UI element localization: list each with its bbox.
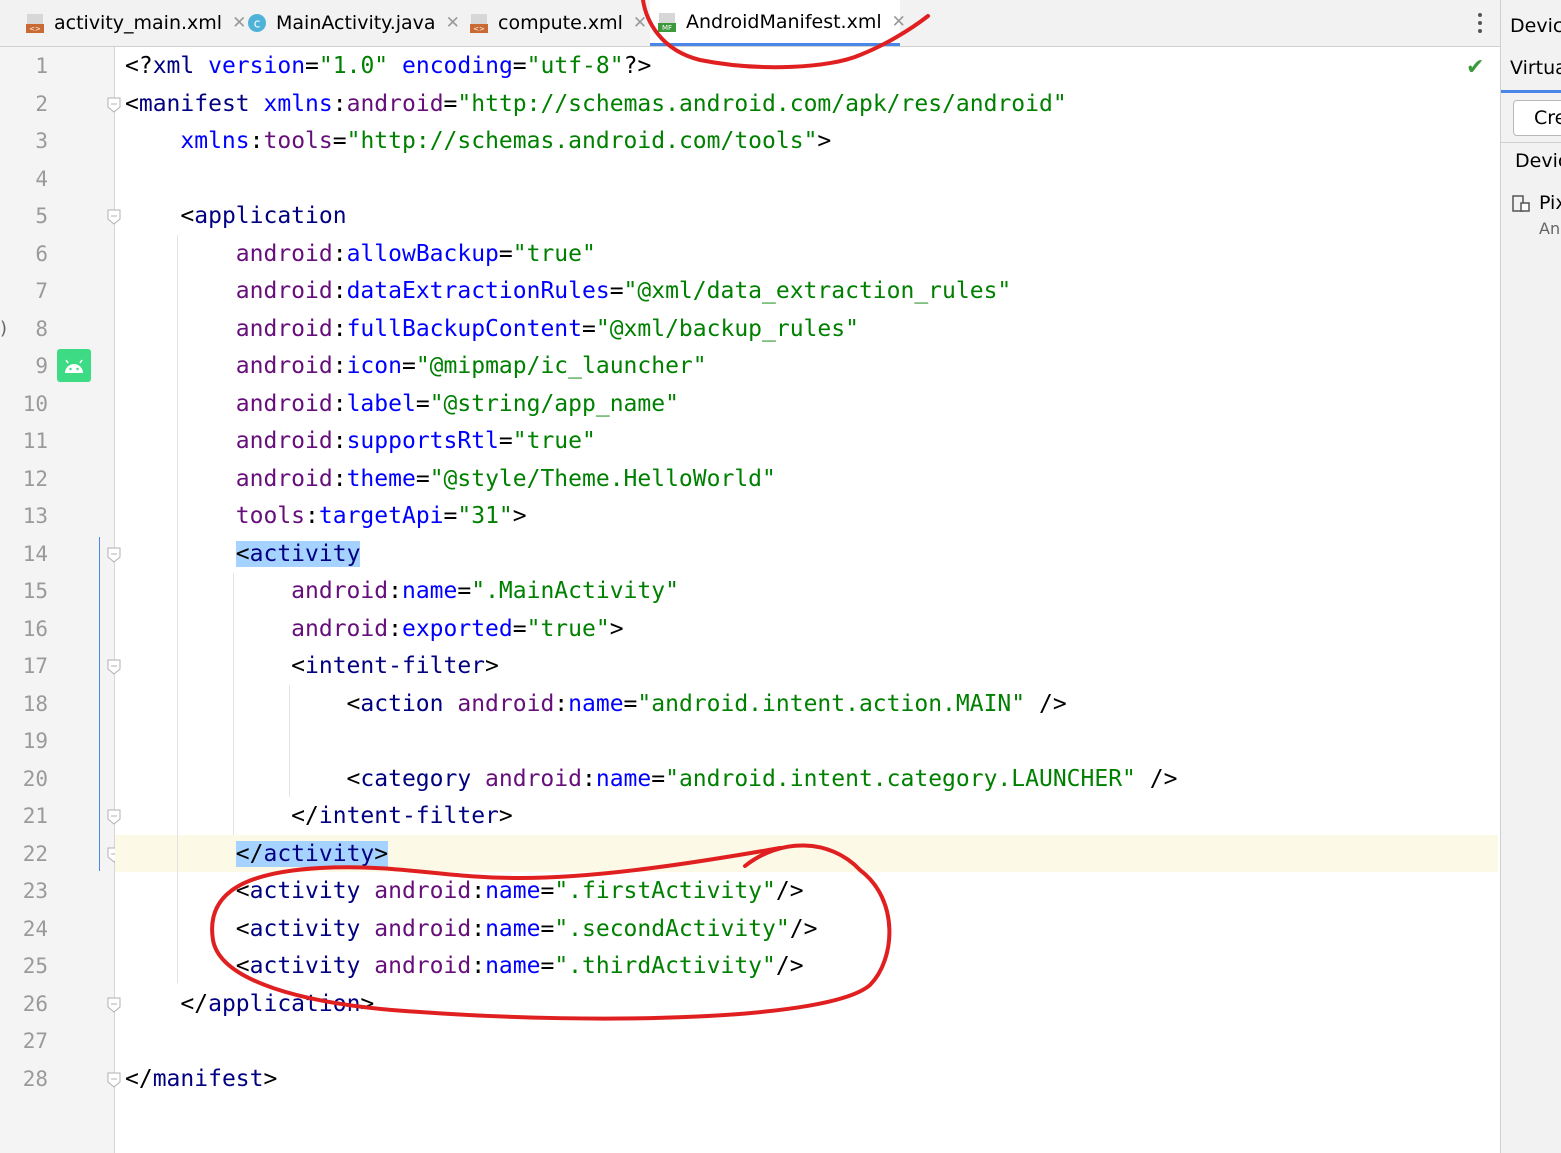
tab-activity-main-xml[interactable]: <> activity_main.xml ✕ [14,0,246,46]
tab-virtual[interactable]: Virtua [1510,57,1561,79]
code-line-24: <activity android:name=".secondActivity"… [125,916,818,942]
create-device-button[interactable]: Cre [1513,100,1561,136]
divider [1501,142,1561,143]
line-number: 15 [22,579,48,603]
line-number: 11 [22,429,48,453]
line-number: 21 [22,804,48,828]
line-number: 25 [22,954,48,978]
close-icon[interactable]: ✕ [892,12,906,32]
code-line-23: <activity android:name=".firstActivity"/… [125,878,804,904]
scope-indicator [99,537,100,871]
line-number: 18 [22,691,48,716]
code-line-5: <application [125,203,347,229]
tab-underline [1501,90,1561,93]
code-line-13: tools:targetApi="31"> [235,503,527,529]
close-icon[interactable]: ✕ [446,13,460,33]
line-number: 24 [22,916,48,941]
line-number: 19 [22,729,48,753]
line-number: 23 [22,879,48,903]
column-header-device: Devic [1515,150,1561,172]
code-line-18: <action android:name="android.intent.act… [125,691,1067,717]
svg-text:MF: MF [662,24,672,32]
code-line-14: <activity [235,541,361,567]
tab-androidmanifest-xml[interactable]: MF AndroidManifest.xml ✕ [650,0,906,46]
line-number: 2 [35,91,48,116]
line-number: 8 [35,316,48,341]
tab-label: MainActivity.java [276,12,436,34]
line-number: 7 [35,279,48,303]
code-line-22: </activity> [235,841,389,867]
device-icon [1511,194,1531,219]
code-line-9: android:icon="@mipmap/ic_launcher" [235,353,707,379]
device-name[interactable]: Pix [1539,192,1561,214]
svg-text:<>: <> [29,25,41,33]
tab-compute-xml[interactable]: <> compute.xml ✕ [462,0,647,46]
line-number: 20 [22,766,48,791]
line-number: 1 [35,54,48,78]
svg-text:<>: <> [473,25,485,33]
code-line-7: android:dataExtractionRules="@xml/data_e… [235,278,1012,304]
line-number: 10 [22,391,48,416]
code-line-11: android:supportsRtl="true" [235,428,596,454]
code-line-17: <intent-filter> [125,653,499,679]
code-line-6: android:allowBackup="true" [235,241,596,267]
tab-mainactivity-java[interactable]: c MainActivity.java ✕ [240,0,460,46]
xml-layout-icon: <> [468,12,490,34]
code-line-21: </intent-filter> [125,803,513,829]
line-number: 9 [35,354,48,378]
tab-label: AndroidManifest.xml [686,10,882,33]
line-number: 5 [35,204,48,228]
device-manager-panel: Device Virtua Cre Devic Pix An [1500,0,1561,1153]
line-number: 16 [22,616,48,641]
android-icon[interactable] [57,349,91,382]
code-line-10: android:label="@string/app_name" [235,391,679,417]
line-number: 17 [22,654,48,678]
tab-label: compute.xml [498,12,623,34]
line-number: 12 [22,466,48,491]
line-number: 13 [22,504,48,528]
code-line-20: <category android:name="android.intent.c… [125,766,1178,792]
line-number: 3 [35,129,48,153]
code-line-3: xmlns:tools="http://schemas.android.com/… [180,128,832,154]
code-line-2: <manifest xmlns:android="http://schemas.… [125,91,1067,117]
code-line-28: </manifest> [125,1066,278,1092]
line-number: 26 [22,991,48,1016]
tab-label: activity_main.xml [54,12,223,34]
device-subtitle: An [1539,219,1561,238]
line-number: 14 [22,541,48,566]
xml-layout-icon: <> [24,12,46,34]
panel-title: Device [1510,15,1561,37]
java-class-icon: c [246,12,268,34]
line-number: 28 [22,1066,48,1091]
code-line-8: android:fullBackupContent="@xml/backup_r… [235,316,859,342]
code-line-16: android:exported="true"> [291,616,624,642]
line-number: 4 [35,166,48,191]
code-line-26: </application> [125,991,375,1017]
code-line-15: android:name=".MainActivity" [291,578,679,604]
check-icon: ✔ [1466,55,1485,80]
line-number: 27 [22,1029,48,1053]
svg-text:c: c [254,17,261,31]
code-line-25: <activity android:name=".thirdActivity"/… [125,953,804,979]
more-options-icon[interactable] [1468,8,1492,38]
line-number: 22 [22,841,48,866]
code-line-1: <?xml version="1.0" encoding="utf-8"?> [125,53,652,79]
close-icon[interactable]: ✕ [633,13,647,33]
code-line-12: android:theme="@style/Theme.HelloWorld" [235,466,776,492]
editor-tab-bar: <> activity_main.xml ✕ c MainActivity.ja… [0,0,1500,47]
manifest-icon: MF [656,11,678,33]
line-number: 6 [35,241,48,266]
side-marker: ) [0,318,8,339]
